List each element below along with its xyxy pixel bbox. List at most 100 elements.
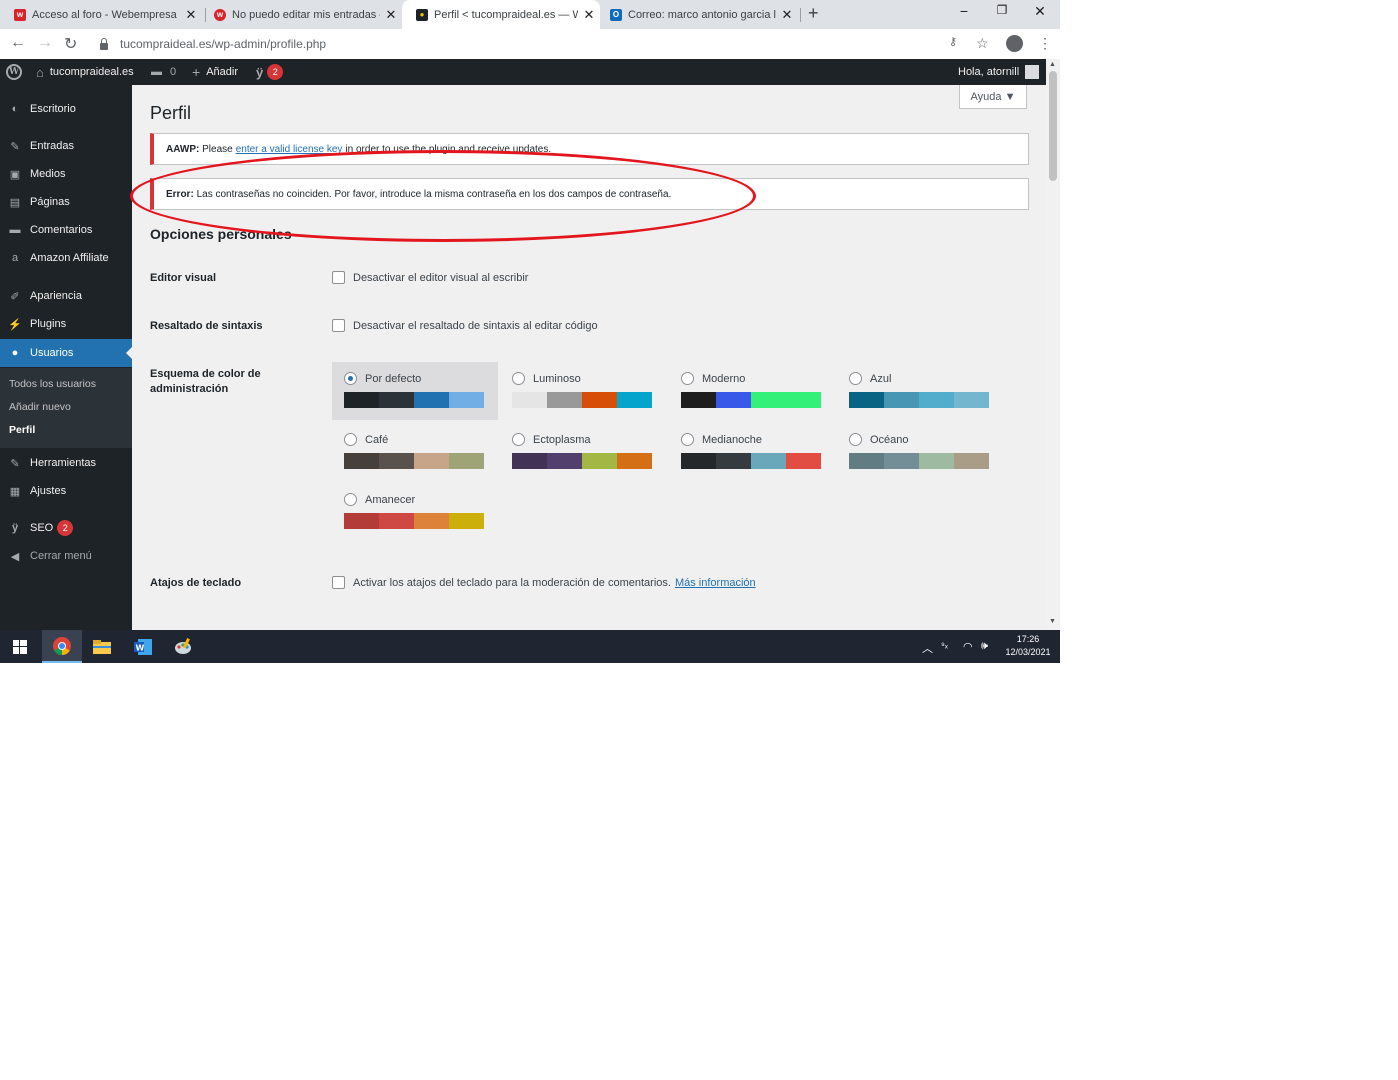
wifi-icon[interactable]: ◠ [963, 640, 973, 653]
color-scheme-label: Medianoche [681, 433, 762, 446]
color-scheme-radio[interactable] [344, 372, 357, 385]
scroll-down-icon[interactable]: ▼ [1049, 618, 1056, 625]
color-scheme-radio[interactable] [344, 433, 357, 446]
color-scheme-radio[interactable] [344, 493, 357, 506]
color-scheme-radio[interactable] [849, 372, 862, 385]
color-swatch [414, 453, 449, 469]
profile-avatar-icon[interactable] [1006, 35, 1023, 52]
scroll-thumb[interactable] [1049, 71, 1057, 181]
disable-visual-editor-option[interactable]: Desactivar el editor visual al escribir [332, 271, 528, 284]
page-scrollbar[interactable]: ▲ ▼ [1046, 59, 1060, 630]
sidebar-item-plugins[interactable]: ⚡ Plugins [0, 310, 132, 338]
submenu-item-todos-usuarios[interactable]: Todos los usuarios [9, 378, 96, 390]
color-scheme-radio[interactable] [681, 372, 694, 385]
keyboard-shortcuts-option[interactable]: Activar los atajos del teclado para la m… [332, 576, 756, 589]
browser-tab[interactable]: w No puedo editar mis entradas – I ✕ [200, 0, 402, 29]
disable-visual-editor-checkbox[interactable] [332, 271, 345, 284]
browser-tab[interactable]: O Correo: marco antonio garcia leo ✕ [596, 0, 798, 29]
wp-logo-button[interactable]: W [6, 59, 22, 85]
close-tab-icon[interactable]: ✕ [776, 7, 798, 23]
add-new-link[interactable]: + Añadir [192, 59, 238, 85]
seo-notification-badge: 2 [267, 64, 284, 80]
my-account-menu[interactable]: Hola, atornill [958, 59, 1040, 85]
reload-icon[interactable]: ↻ [64, 34, 77, 54]
browser-tab-active[interactable]: ● Perfil < tucompraideal.es — Wor ✕ [402, 0, 600, 29]
taskbar-word[interactable]: W [123, 630, 163, 663]
avatar [1025, 65, 1040, 79]
window-close-button[interactable]: ✕ [1022, 3, 1058, 20]
close-tab-icon[interactable]: ✕ [180, 7, 202, 23]
submenu-item-perfil[interactable]: Perfil [9, 424, 35, 436]
sidebar-item-ajustes[interactable]: ▦ Ajustes [0, 477, 132, 505]
color-scheme-name: Moderno [702, 372, 746, 385]
sidebar-item-label: Herramientas [30, 457, 97, 469]
scroll-up-icon[interactable]: ▲ [1049, 61, 1056, 68]
key-icon[interactable]: ⚷ [949, 35, 957, 48]
color-scheme-radio[interactable] [849, 433, 862, 446]
taskbar-file-explorer[interactable] [82, 630, 122, 663]
browser-tab[interactable]: w Acceso al foro - Webempresa Eu ✕ [0, 0, 202, 29]
color-swatch [919, 453, 954, 469]
color-scheme-option[interactable]: Café [332, 423, 498, 481]
forward-arrow-icon[interactable]: → [37, 34, 53, 52]
color-scheme-option[interactable]: Amanecer [332, 483, 498, 541]
back-arrow-icon[interactable]: ← [10, 34, 26, 52]
sidebar-item-usuarios[interactable]: ● Usuarios [0, 339, 132, 367]
sidebar-item-herramientas[interactable]: ✎ Herramientas [0, 449, 132, 477]
color-swatch [344, 513, 379, 529]
start-button[interactable] [0, 630, 40, 663]
checkbox-label: Desactivar el editor visual al escribir [353, 271, 529, 284]
color-scheme-option[interactable]: Moderno [669, 362, 835, 420]
editor-visual-label: Editor visual [150, 272, 217, 284]
sidebar-item-paginas[interactable]: ▤ Páginas [0, 188, 132, 216]
color-scheme-option[interactable]: Azul [837, 362, 1003, 420]
sidebar-item-label: Entradas [30, 140, 75, 152]
more-info-link[interactable]: Más información [675, 577, 756, 589]
new-tab-button[interactable]: + [808, 3, 819, 24]
volume-icon[interactable]: 🕪 [981, 640, 988, 653]
submenu-item-anadir-nuevo[interactable]: Añadir nuevo [9, 401, 71, 413]
sidebar-item-amazon-affiliate[interactable]: a Amazon Affiliate [0, 244, 132, 272]
sidebar-item-escritorio[interactable]: ◐ Escritorio [0, 95, 132, 123]
close-tab-icon[interactable]: ✕ [380, 7, 402, 23]
site-name-link[interactable]: ⌂ tucompraideal.es [36, 59, 134, 85]
sidebar-item-label: Medios [30, 168, 66, 180]
taskbar-chrome[interactable] [42, 630, 82, 663]
help-button[interactable]: Ayuda ▼ [959, 85, 1027, 109]
collapse-menu-button[interactable]: ◀ Cerrar menú [0, 542, 132, 570]
bookmark-star-icon[interactable]: ☆ [976, 35, 989, 52]
restore-button[interactable]: ❐ [984, 3, 1020, 17]
color-swatch [379, 392, 414, 408]
color-scheme-option[interactable]: Medianoche [669, 423, 835, 481]
sidebar-item-medios[interactable]: ▣ Medios [0, 160, 132, 188]
show-hidden-icons[interactable]: ︿ [922, 640, 933, 656]
yoast-icon: ÿ [256, 64, 264, 80]
sidebar-item-entradas[interactable]: ✎ Entradas [0, 132, 132, 160]
disable-syntax-option[interactable]: Desactivar el resaltado de sintaxis al e… [332, 319, 598, 332]
sidebar-item-apariencia[interactable]: ✐ Apariencia [0, 282, 132, 310]
comments-link[interactable]: ▬ 0 [151, 59, 176, 85]
sidebar-item-comentarios[interactable]: ▬ Comentarios [0, 216, 132, 244]
yoast-seo-menu[interactable]: ÿ 2 [256, 59, 284, 85]
disable-syntax-checkbox[interactable] [332, 319, 345, 332]
color-scheme-option[interactable]: Ectoplasma [500, 423, 666, 481]
keyboard-shortcuts-checkbox[interactable] [332, 576, 345, 589]
menu-dots-icon[interactable]: ⋮ [1038, 35, 1052, 52]
color-scheme-option[interactable]: Por defecto [332, 362, 498, 420]
taskbar-clock[interactable]: 17:26 12/03/2021 [1000, 633, 1056, 659]
minimize-button[interactable]: − [946, 3, 982, 19]
taskbar-paint[interactable] [163, 630, 203, 663]
color-scheme-radio[interactable] [512, 372, 525, 385]
color-scheme-radio[interactable] [512, 433, 525, 446]
color-scheme-option[interactable]: Océano [837, 423, 1003, 481]
address-bar[interactable]: tucompraideal.es/wp-admin/profile.php [90, 32, 970, 56]
color-scheme-option[interactable]: Luminoso [500, 362, 666, 420]
sidebar-item-label: SEO [30, 522, 54, 534]
color-scheme-label: Océano [849, 433, 909, 446]
keyboard-ime-icon[interactable]: ⁹ₓ [941, 640, 948, 650]
lock-icon [100, 37, 108, 50]
sidebar-item-seo[interactable]: ÿ SEO 2 [0, 514, 132, 542]
color-scheme-radio[interactable] [681, 433, 694, 446]
color-swatch [344, 392, 379, 408]
color-scheme-name: Océano [870, 433, 909, 446]
